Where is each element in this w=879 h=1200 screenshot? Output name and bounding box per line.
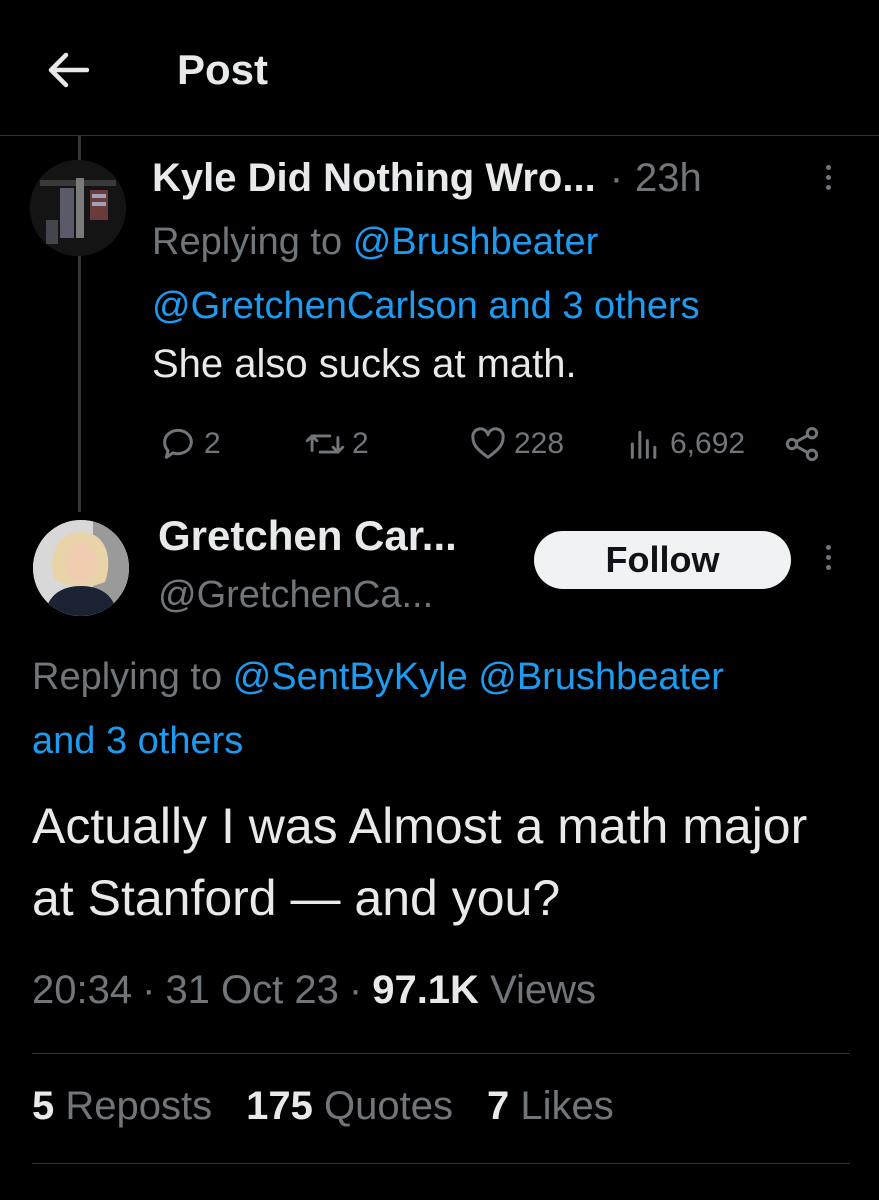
avatar-image [30, 160, 126, 256]
reply-action-bar: 2 2 228 6,692 [152, 418, 832, 470]
reposts-label: Reposts [65, 1084, 213, 1128]
repost-icon [305, 434, 345, 454]
divider [32, 1053, 850, 1054]
views-count: 97.1K [372, 968, 479, 1012]
heart-icon [471, 427, 505, 459]
replying-prefix: Replying to [32, 656, 223, 698]
thread-line [78, 256, 81, 512]
post-date[interactable]: 31 Oct 23 [165, 968, 338, 1013]
views-button[interactable]: 6,692 [624, 418, 745, 470]
top-bar: Post [0, 0, 879, 136]
views-label: Views [490, 968, 597, 1012]
post-replying-to-line: Replying to @SentByKyle @Brushbeater [32, 645, 879, 709]
quotes-label: Quotes [324, 1084, 453, 1128]
quotes-count: 175 [246, 1084, 313, 1128]
mention-link[interactable]: @Brushbeater [353, 221, 599, 263]
share-icon [785, 427, 819, 461]
views-stat[interactable]: 97.1K Views [372, 968, 596, 1013]
more-options-icon[interactable] [818, 165, 838, 190]
engagement-stats: 5 Reposts 175 Quotes 7 Likes [32, 1084, 614, 1129]
thread-line-top [78, 136, 81, 160]
reply-button[interactable]: 2 [158, 418, 221, 470]
quotes-stat[interactable]: 175 Quotes [246, 1084, 453, 1129]
avatar-kyle[interactable] [30, 160, 126, 256]
likes-count: 7 [486, 1084, 510, 1128]
likes-stat[interactable]: 7 Likes [487, 1084, 614, 1129]
reply-text: She also sucks at math. [152, 342, 577, 386]
views-count: 6,692 [670, 427, 746, 460]
comment-icon [163, 428, 193, 459]
separator-dot: · [348, 968, 363, 1012]
reply-author-name[interactable]: Kyle Did Nothing Wro... [152, 156, 596, 201]
reposts-stat[interactable]: 5 Reposts [32, 1084, 212, 1129]
post-time[interactable]: 20:34 [32, 968, 132, 1013]
replying-prefix: Replying to [152, 221, 343, 263]
others-link[interactable]: and 3 others [488, 285, 699, 327]
repost-button[interactable]: 2 [304, 418, 369, 470]
page-title: Post [177, 46, 269, 93]
post-author-name[interactable]: Gretchen Car... [158, 512, 457, 560]
mention-link[interactable]: @Brushbeater [478, 656, 724, 698]
like-count: 228 [514, 427, 565, 460]
mention-link[interactable]: @GretchenCarlson [152, 285, 478, 327]
share-button[interactable] [782, 418, 822, 470]
post-text: Actually I was Almost a math major at St… [32, 798, 808, 926]
reposts-count: 5 [32, 1084, 55, 1128]
separator-dot: · [142, 968, 156, 1012]
separator-dot: · [609, 155, 624, 200]
avatar-image [33, 520, 129, 616]
mention-link[interactable]: @SentByKyle [233, 656, 468, 698]
like-button[interactable]: 228 [468, 418, 564, 470]
reply-header: Kyle Did Nothing Wro... · 23h [152, 148, 702, 208]
replying-to-line: Replying to @Brushbeater @GretchenCarlso… [152, 210, 862, 338]
repost-count: 2 [352, 427, 369, 460]
reply-count: 2 [204, 427, 221, 460]
follow-button[interactable]: Follow [534, 531, 791, 589]
analytics-icon [630, 430, 657, 459]
post-meta: 20:34 · 31 Oct 23 · 97.1K Views [32, 968, 596, 1013]
divider [32, 1163, 850, 1164]
more-options-icon[interactable] [818, 545, 838, 570]
arrow-left-icon [48, 52, 89, 88]
post-author-handle[interactable]: @GretchenCa... [158, 574, 433, 617]
likes-label: Likes [520, 1084, 614, 1128]
avatar-gretchen[interactable] [33, 520, 129, 616]
reply-timestamp[interactable]: 23h [635, 156, 702, 201]
back-button[interactable] [42, 44, 94, 96]
others-link[interactable]: and 3 others [32, 709, 243, 773]
